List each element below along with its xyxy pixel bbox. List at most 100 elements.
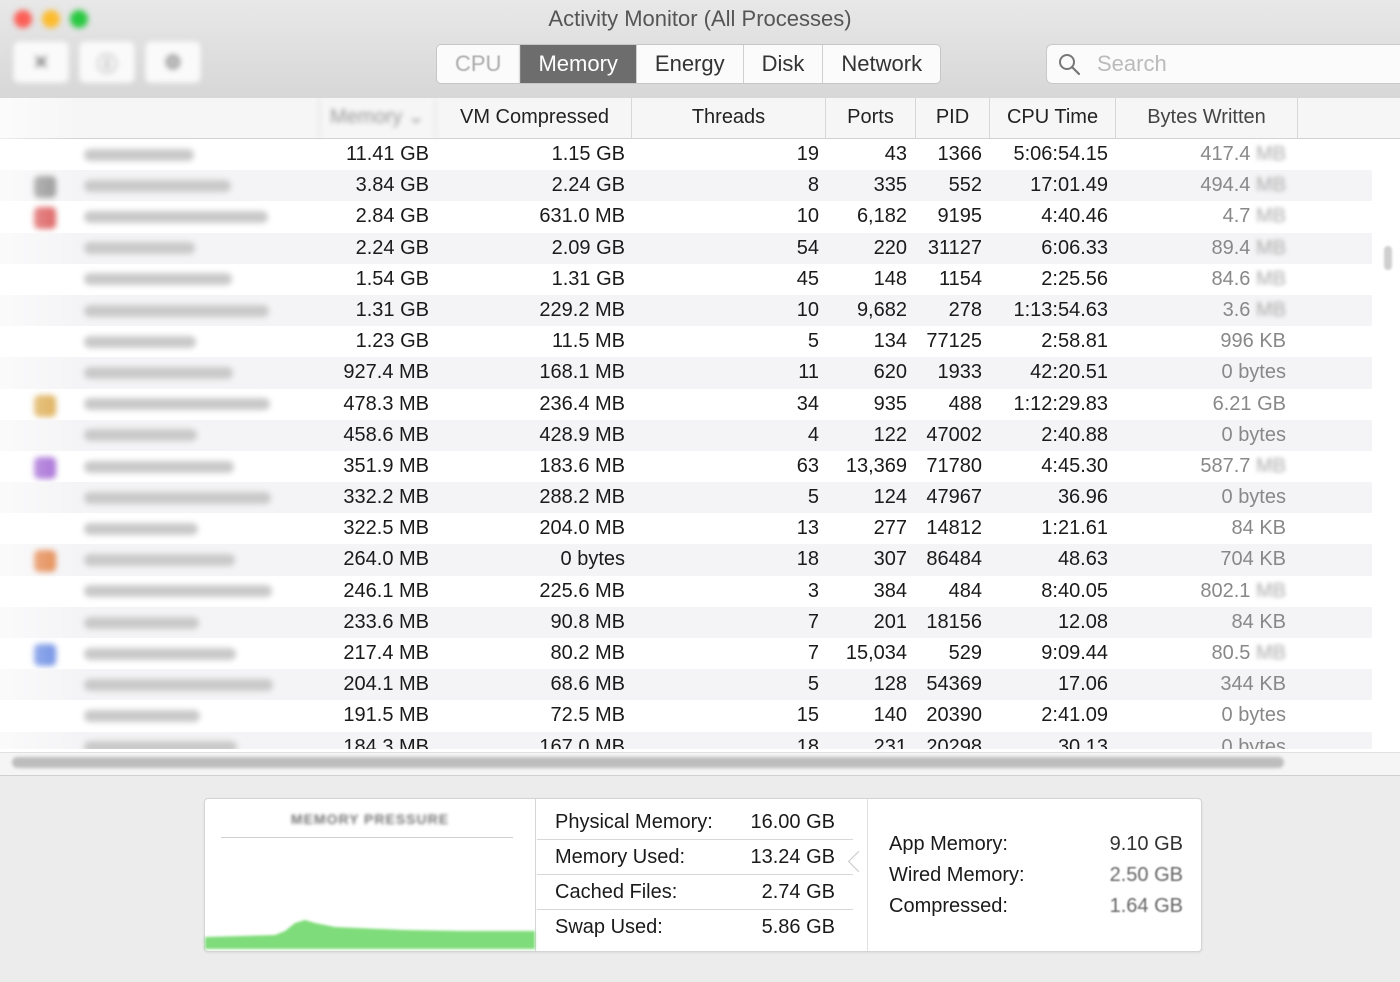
table-row[interactable]: 3.84 GB 2.24 GB 8 335 552 17:01.49 494.4 MB (0, 170, 1372, 202)
table-row[interactable]: 351.9 MB 183.6 MB 63 13,369 71780 4:45.30 587.… (0, 451, 1372, 482)
cell-pid: 31127 (927, 236, 982, 259)
column-header-process-name[interactable] (80, 98, 320, 138)
cell-ports: 231 (873, 735, 907, 749)
cell-cpu-time: 6:06.33 (1041, 236, 1108, 259)
table-row[interactable]: 332.2 MB 288.2 MB 5 124 47967 36.96 0 bytes (0, 482, 1372, 514)
cell-bytes-written: 0 bytes (1221, 486, 1287, 509)
table-row[interactable]: 322.5 MB 204.0 MB 13 277 14812 1:21.61 84 KB (0, 513, 1372, 544)
cell-bytes-written: 89.4 MB (1211, 236, 1287, 259)
stat-cached-files: Cached Files: 2.74 GB (537, 875, 853, 910)
cell-memory: 233.6 MB (343, 610, 429, 633)
cell-memory: 2.24 GB (355, 236, 429, 259)
stat-swap-used: Swap Used: 5.86 GB (555, 916, 835, 938)
cell-memory: 1.54 GB (355, 267, 429, 290)
cell-ports: 43 (884, 143, 907, 165)
cell-ports: 13,369 (845, 454, 907, 477)
cell-process-name (84, 451, 314, 482)
table-row[interactable]: 1.54 GB 1.31 GB 45 148 1154 2:25.56 84.6 MB (0, 264, 1372, 295)
cell-pid: 529 (948, 642, 982, 664)
search-field[interactable] (1046, 44, 1400, 84)
cell-process-name (84, 357, 314, 388)
cell-memory: 2.84 GB (355, 205, 429, 228)
cell-bytes-written: 417.4 MB (1200, 143, 1286, 165)
app-icon (34, 644, 56, 666)
cell-threads: 13 (796, 517, 819, 540)
cell-vm-compressed: 2.09 GB (551, 236, 625, 259)
column-header-ports[interactable]: Ports (826, 98, 916, 138)
column-header-pid[interactable]: PID (916, 98, 990, 138)
inspect-process-button[interactable]: ⓘ (78, 40, 136, 84)
cell-cpu-time: 4:45.30 (1041, 454, 1108, 477)
stop-process-button[interactable]: ✕ (12, 40, 70, 84)
tab-disk[interactable]: Disk (744, 45, 824, 83)
tab-cpu[interactable]: CPU (437, 45, 521, 83)
memory-pressure-graph: MEMORY PRESSURE (205, 799, 536, 951)
cell-process-name (84, 700, 314, 731)
cell-memory: 191.5 MB (343, 704, 429, 727)
cell-cpu-time: 1:12:29.83 (1013, 392, 1108, 415)
table-row[interactable]: 478.3 MB 236.4 MB 34 935 488 1:12:29.83 6.21 G… (0, 389, 1372, 420)
table-row[interactable]: 246.1 MB 225.6 MB 3 384 484 8:40.05 802.1 MB (0, 576, 1372, 607)
tab-energy[interactable]: Energy (637, 45, 744, 83)
cell-vm-compressed: 236.4 MB (539, 392, 625, 415)
table-row[interactable]: 184.3 MB 167.0 MB 18 231 20298 30.13 0 bytes (0, 731, 1372, 749)
horizontal-scrollbar[interactable] (12, 757, 1284, 768)
column-header-bytes-written[interactable]: Bytes Written (1116, 98, 1298, 138)
vertical-scrollbar[interactable] (1384, 246, 1392, 270)
cell-pid: 71780 (926, 454, 982, 477)
table-row[interactable]: 1.31 GB 229.2 MB 10 9,682 278 1:13:54.63 3.6 M… (0, 294, 1372, 327)
cell-process-name (84, 732, 314, 749)
memory-stats: Physical Memory: 16.00 GB Memory Used: 1… (537, 805, 853, 944)
cell-memory: 264.0 MB (343, 548, 429, 571)
cell-pid: 20390 (926, 704, 982, 727)
cell-cpu-time: 2:40.88 (1041, 423, 1108, 446)
cell-vm-compressed: 1.15 GB (551, 143, 625, 165)
cell-bytes-written: 996 KB (1220, 330, 1286, 353)
cell-memory: 246.1 MB (343, 579, 429, 602)
cell-pid: 1366 (937, 143, 983, 165)
cell-pid: 54369 (926, 673, 982, 696)
cell-process-name (84, 389, 314, 420)
cell-cpu-time: 30.13 (1057, 735, 1108, 749)
tab-network[interactable]: Network (823, 45, 940, 83)
column-header-memory[interactable]: Memory ⌄ (320, 98, 436, 138)
column-header-threads[interactable]: Threads (632, 98, 826, 138)
table-row[interactable]: 11.41 GB 1.15 GB 19 43 1366 5:06:54.15 417.4 M… (0, 139, 1372, 170)
cell-cpu-time: 2:58.81 (1041, 330, 1108, 353)
panel-divider (867, 799, 868, 951)
table-row[interactable]: 204.1 MB 68.6 MB 5 128 54369 17.06 344 KB (0, 669, 1372, 701)
column-header-bytes-read[interactable] (1298, 98, 1400, 138)
activity-monitor-window: ✕ ⓘ ⚙ Activity Monitor (All Processes) C… (0, 0, 1400, 982)
action-menu-button[interactable]: ⚙ (144, 40, 202, 84)
tab-memory[interactable]: Memory (520, 45, 637, 83)
cell-memory: 3.84 GB (355, 174, 429, 197)
memory-pressure-chart (205, 920, 535, 949)
table-row[interactable]: 2.24 GB 2.09 GB 54 220 31127 6:06.33 89.4 MB (0, 232, 1372, 264)
table-row[interactable]: 1.23 GB 11.5 MB 5 134 77125 2:58.81 996 KB (0, 326, 1372, 357)
cell-bytes-written: 0 bytes (1221, 423, 1287, 446)
cell-threads: 54 (796, 236, 819, 259)
toolbar-buttons: ✕ ⓘ ⚙ (12, 40, 202, 84)
table-row[interactable]: 191.5 MB 72.5 MB 15 140 20390 2:41.09 0 bytes (0, 700, 1372, 731)
table-row[interactable]: 458.6 MB 428.9 MB 4 122 47002 2:40.88 0 bytes (0, 419, 1372, 451)
cell-pid: 1154 (938, 267, 982, 290)
cell-process-name (84, 233, 314, 264)
table-row[interactable]: 927.4 MB 168.1 MB 11 620 1933 42:20.51 0 bytes (0, 357, 1372, 389)
cell-cpu-time: 36.96 (1057, 486, 1108, 509)
cell-process-name (84, 576, 314, 607)
column-header-vm-compressed[interactable]: VM Compressed (436, 98, 632, 138)
cell-vm-compressed: 68.6 MB (550, 673, 625, 696)
app-icon (34, 456, 56, 479)
cell-threads: 5 (807, 486, 819, 509)
table-row[interactable]: 233.6 MB 90.8 MB 7 201 18156 12.08 84 KB (0, 606, 1372, 638)
cell-cpu-time: 17.06 (1057, 673, 1108, 696)
table-row[interactable]: 217.4 MB 80.2 MB 7 15,034 529 9:09.44 80.5 MB (0, 638, 1372, 669)
cell-ports: 201 (873, 610, 907, 633)
table-row[interactable]: 264.0 MB 0 bytes 18 307 86484 48.63 704 KB (0, 544, 1372, 576)
search-input[interactable] (1095, 50, 1359, 78)
column-header-cpu-time[interactable]: CPU Time (990, 98, 1116, 138)
table-row[interactable]: 2.84 GB 631.0 MB 10 6,182 9195 4:40.46 4.7 MB (0, 201, 1372, 232)
cell-pid: 488 (948, 392, 982, 415)
cell-vm-compressed: 167.0 MB (539, 735, 625, 749)
cell-bytes-written: 4.7 MB (1222, 205, 1286, 228)
